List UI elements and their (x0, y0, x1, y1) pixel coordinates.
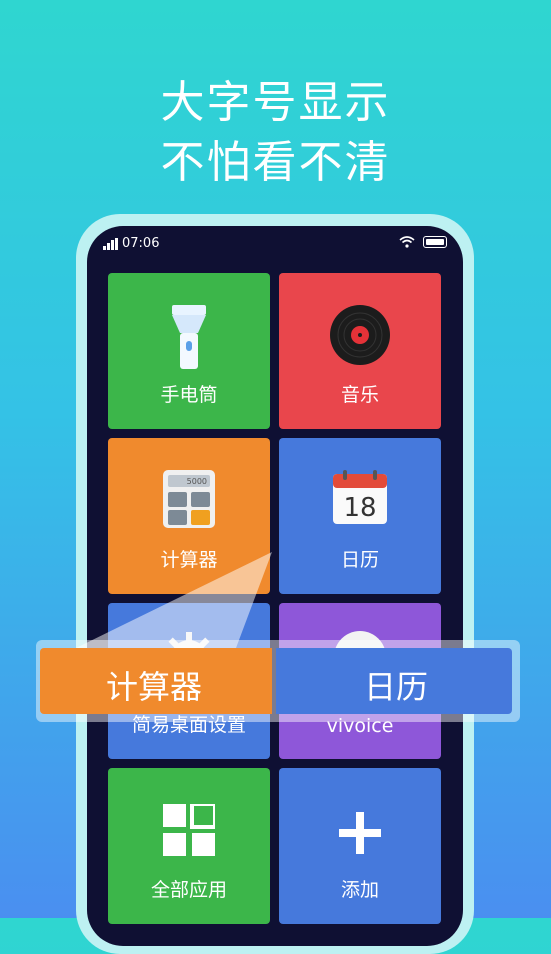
magnified-calendar-label: 日历 (364, 668, 429, 706)
magnified-calculator-label: 计算器 (106, 668, 203, 706)
magnified-calculator: 计算器 (40, 648, 272, 714)
magnified-calendar: 日历 (276, 648, 512, 714)
magnified-label-overlay: 计算器 日历 (36, 640, 520, 722)
zoom-pointer (76, 552, 272, 648)
